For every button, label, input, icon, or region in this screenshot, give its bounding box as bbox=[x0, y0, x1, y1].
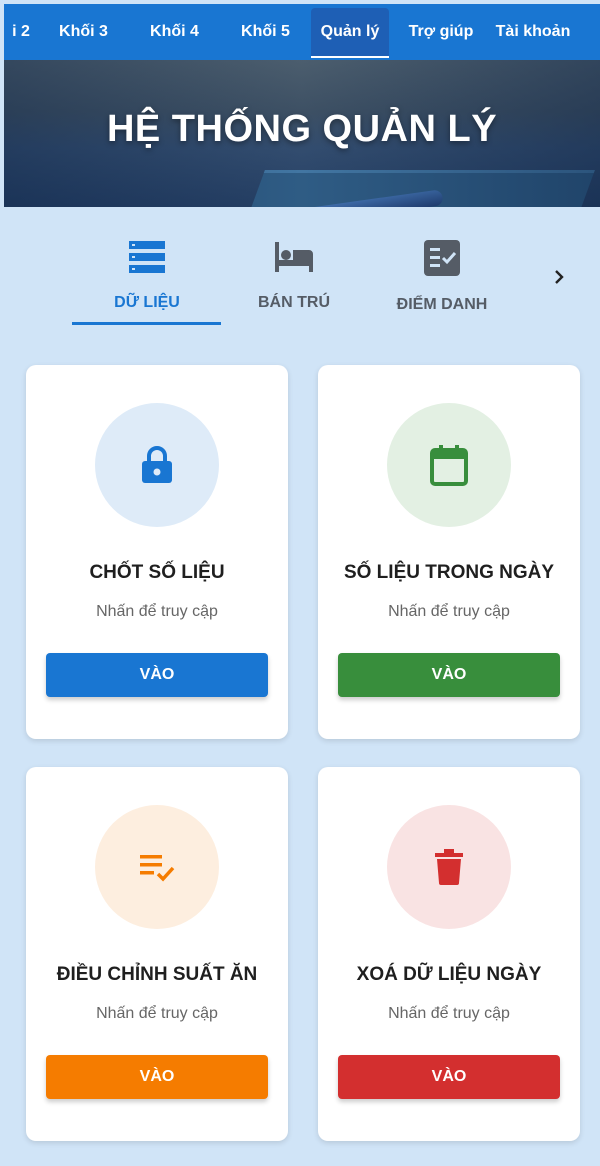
nav-item-khoi-3[interactable]: Khối 3 bbox=[38, 9, 129, 55]
enter-button[interactable]: VÀO bbox=[46, 653, 268, 697]
nav-item-quan-ly[interactable]: Quản lý bbox=[311, 8, 389, 58]
tab-du-lieu[interactable]: DỮ LIỆU bbox=[72, 240, 222, 312]
card-subtitle: Nhấn để truy cập bbox=[96, 603, 218, 620]
checklist-icon bbox=[424, 240, 460, 276]
tab-ban-tru[interactable]: BÁN TRÚ bbox=[219, 240, 369, 312]
nav-item-khoi-4[interactable]: Khối 4 bbox=[129, 9, 220, 55]
calendar-icon bbox=[430, 445, 468, 486]
active-tab-indicator bbox=[72, 322, 221, 325]
nav-item-khoi-5[interactable]: Khối 5 bbox=[220, 9, 311, 55]
tab-diem-danh[interactable]: ĐIỂM DANH bbox=[367, 240, 517, 314]
nav-item-tai-khoan[interactable]: Tài khoản bbox=[493, 9, 573, 55]
card-icon-circle bbox=[387, 805, 511, 929]
page-title: HỆ THỐNG QUẢN LÝ bbox=[106, 108, 498, 150]
card-title: SỐ LIỆU TRONG NGÀY bbox=[343, 562, 555, 583]
chevron-right-icon[interactable] bbox=[548, 266, 570, 288]
enter-button[interactable]: VÀO bbox=[338, 1055, 560, 1099]
card-icon-circle bbox=[387, 403, 511, 527]
edit-checklist-icon bbox=[140, 855, 175, 882]
nav-item-tro-giup[interactable]: Trợ giúp bbox=[389, 9, 493, 55]
card-so-lieu-trong-ngay[interactable]: SỐ LIỆU TRONG NGÀY Nhấn để truy cập VÀO bbox=[318, 365, 580, 739]
enter-button[interactable]: VÀO bbox=[338, 653, 560, 697]
card-title: XOÁ DỮ LIỆU NGÀY bbox=[356, 964, 542, 985]
list-icon bbox=[129, 241, 165, 273]
card-icon-circle bbox=[95, 403, 219, 527]
card-icon-circle bbox=[95, 805, 219, 929]
card-dieu-chinh-suat-an[interactable]: ĐIỀU CHỈNH SUẤT ĂN Nhấn để truy cập VÀO bbox=[26, 767, 288, 1141]
enter-button[interactable]: VÀO bbox=[46, 1055, 268, 1099]
lock-icon bbox=[142, 446, 172, 483]
hero-banner: HỆ THỐNG QUẢN LÝ bbox=[4, 60, 600, 207]
card-xoa-du-lieu-ngay[interactable]: XOÁ DỮ LIỆU NGÀY Nhấn để truy cập VÀO bbox=[318, 767, 580, 1141]
bed-icon bbox=[275, 242, 313, 272]
card-chot-so-lieu[interactable]: CHỐT SỐ LIỆU Nhấn để truy cập VÀO bbox=[26, 365, 288, 739]
card-subtitle: Nhấn để truy cập bbox=[388, 603, 510, 620]
nav-item-khoi-2[interactable]: i 2 bbox=[4, 9, 38, 55]
category-tabs: DỮ LIỆU BÁN TRÚ ĐIỂM DANH bbox=[0, 230, 600, 330]
top-navigation: i 2 Khối 3 Khối 4 Khối 5 Quản lý Trợ giú… bbox=[4, 4, 600, 60]
card-subtitle: Nhấn để truy cập bbox=[96, 1005, 218, 1022]
trash-icon bbox=[435, 849, 463, 885]
card-title: CHỐT SỐ LIỆU bbox=[89, 562, 225, 583]
card-title: ĐIỀU CHỈNH SUẤT ĂN bbox=[56, 964, 258, 985]
card-subtitle: Nhấn để truy cập bbox=[388, 1005, 510, 1022]
